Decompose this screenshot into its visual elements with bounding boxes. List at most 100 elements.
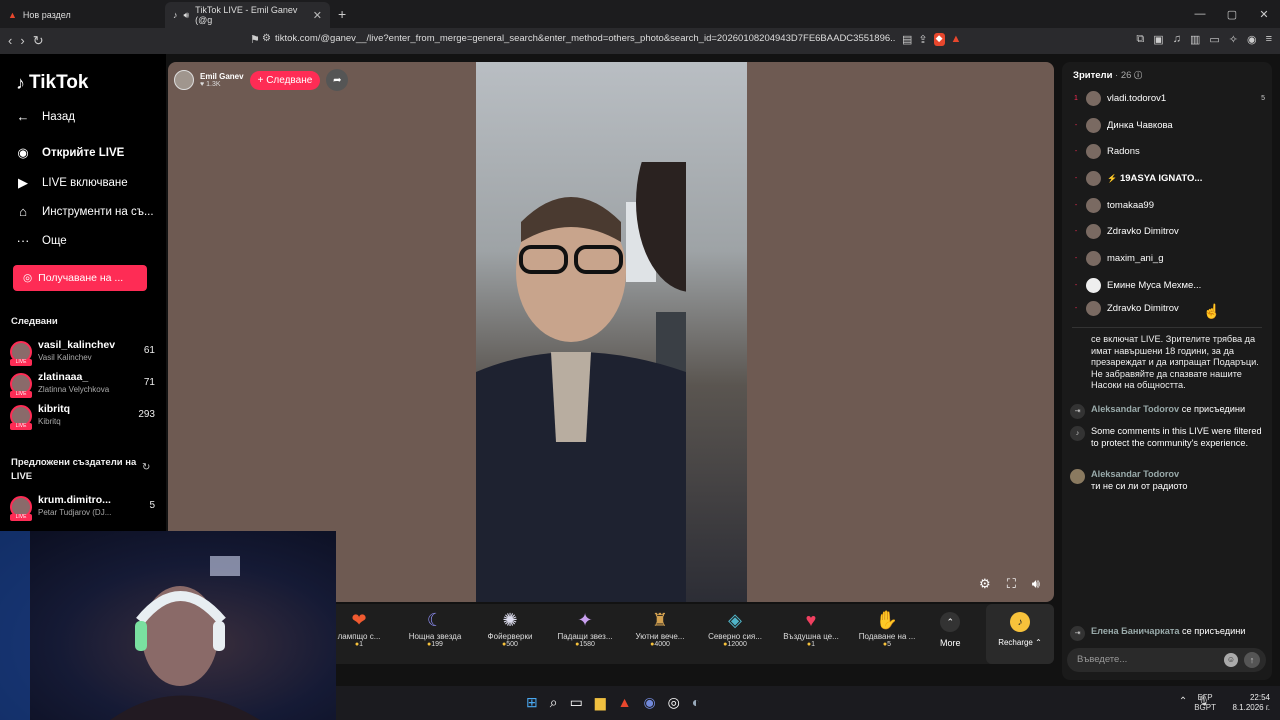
chat-join-message: ⇥ Елена Баничарката се присъедини — [1070, 626, 1266, 641]
viewer-name: Radons — [1107, 145, 1140, 157]
extensions-icon[interactable]: ⧉ — [1136, 33, 1144, 46]
obs-icon[interactable]: ◎ — [668, 694, 680, 711]
maximize-button[interactable]: ▢ — [1216, 0, 1248, 28]
live-video[interactable] — [476, 62, 747, 602]
get-button[interactable]: ◎ Получаване на ... — [13, 265, 147, 291]
suggested-item[interactable]: LIVE krum.dimitro... Petar Tudjarov (DJ.… — [10, 494, 155, 522]
viewer-item[interactable]: 1 vladi.todorov1 5 — [1070, 89, 1265, 107]
music-icon[interactable]: ♫ — [1173, 33, 1181, 46]
back-icon[interactable]: ‹ — [8, 33, 12, 49]
gift-item[interactable]: ♥ Въздушна це... ●1 — [774, 610, 848, 648]
viewer-rank: - — [1074, 281, 1078, 289]
viewer-count: 61 — [143, 345, 155, 356]
chat-user[interactable]: Aleksandar Todorov — [1091, 404, 1179, 414]
gift-price: ●5 — [882, 641, 892, 648]
file-explorer-icon[interactable]: ▆ — [595, 694, 606, 711]
logo-text: TikTok — [29, 72, 89, 93]
wallet-icon[interactable]: ▭ — [1209, 33, 1219, 46]
sidebar-item-discover-live[interactable]: ◉ Открийте LIVE — [14, 145, 124, 161]
following-item[interactable]: LIVE kibritq Kibritq 293 — [10, 403, 155, 431]
task-view-icon[interactable]: ▭ — [570, 694, 583, 711]
language-indicator[interactable]: БГР BGPT — [1194, 693, 1216, 713]
viewer-item[interactable]: - tomakaa99 — [1070, 196, 1265, 214]
back-link[interactable]: ← Назад — [14, 109, 75, 124]
reader-icon[interactable]: ▤ — [902, 33, 912, 46]
gift-price: ●4000 — [650, 641, 670, 648]
refresh-icon[interactable]: ↻ — [142, 462, 150, 473]
url-field[interactable]: tiktok.com/@ganev__/live?enter_from_merg… — [275, 33, 895, 44]
chat-user[interactable]: Aleksandar Todorov — [1091, 469, 1187, 481]
tab-new[interactable]: ▲ Нов раздел — [0, 2, 165, 28]
screenshot-icon[interactable]: ▣ — [1153, 33, 1163, 46]
viewer-item[interactable]: - Radons — [1070, 142, 1265, 160]
tab-title: Нов раздел — [22, 10, 71, 20]
sidebar-item-tools[interactable]: ⌂ Инструменти на съ... — [14, 204, 153, 219]
gift-name: Северно сия... — [708, 632, 762, 641]
share-icon[interactable]: ⇪ — [918, 33, 927, 46]
video-controls: ⚙ ⛶ 🔊︎ — [979, 576, 1040, 592]
following-item[interactable]: LIVE vasil_kalinchev Vasil Kalinchev 61 — [10, 339, 155, 367]
steam-icon[interactable]: ◐ — [692, 694, 700, 711]
recharge-button[interactable]: ♪ Recharge ⌃ — [986, 604, 1054, 664]
brave-rewards-icon[interactable]: ▲ — [951, 33, 962, 46]
tiktok-logo[interactable]: ♪ TikTok — [16, 72, 88, 94]
minimize-button[interactable]: — — [1184, 0, 1216, 28]
vpn-icon[interactable]: ◉ — [1247, 33, 1257, 46]
fullscreen-icon[interactable]: ⛶ — [1007, 576, 1016, 592]
clock[interactable]: 22:54 8.1.2026 г. — [1232, 693, 1270, 713]
gift-item[interactable]: ☾ Нощна звезда ●199 — [398, 610, 472, 648]
host-likes: ♥ 1.3K — [200, 81, 221, 88]
volume-icon[interactable]: 🔊︎ — [1032, 576, 1040, 592]
enter-icon: ⇥ — [1070, 626, 1085, 641]
chat-input[interactable]: Въведете... ☺ ↑ — [1067, 648, 1266, 672]
follow-button[interactable]: + Следване — [249, 70, 321, 90]
gift-item[interactable]: ♜ Уютни вече... ●4000 — [623, 610, 697, 648]
viewer-item[interactable]: - ⚡ 19ASYA IGNATO... — [1070, 169, 1265, 187]
send-icon[interactable]: ↑ — [1244, 652, 1260, 668]
brave-shields-icon[interactable]: ◆ — [933, 33, 945, 46]
new-tab-button[interactable]: + — [338, 6, 346, 22]
reload-icon[interactable]: ↻ — [33, 33, 44, 49]
gift-item[interactable]: ✺ Фойерверки ●500 — [473, 610, 547, 648]
close-tab-icon[interactable]: ✕ — [313, 9, 322, 22]
sidebar-item-go-live[interactable]: ▶ LIVE включване — [14, 175, 128, 191]
chevron-up-icon[interactable]: ⌃ — [1179, 696, 1187, 707]
viewer-item[interactable]: - Динка Чавкова — [1070, 116, 1265, 134]
tab-tiktok-live[interactable]: ♪ 🔊︎ TikTok LIVE - Emil Ganev (@g ✕ — [165, 2, 330, 28]
windows-start-icon[interactable]: ⊞ — [526, 694, 538, 711]
share-icon[interactable]: ➦ — [326, 69, 349, 91]
gift-item[interactable]: ✋ Подаване на ... ●5 — [850, 610, 924, 648]
speaker-icon: 🔊︎ — [183, 9, 190, 20]
windows-taskbar: ⊞ ⌕ ▭ ▆ ▲ ◉ ◎ ◐ ⌃ 🎙︎ БГР BGPT 22:54 8.1.… — [336, 686, 1280, 720]
following-name: zlatinaaa_ — [38, 371, 89, 383]
viewer-item[interactable]: - Емине Муса Мехме... — [1070, 276, 1265, 294]
discord-icon[interactable]: ◉ — [643, 694, 655, 711]
sidebar-item-more[interactable]: ··· Още — [14, 233, 67, 248]
info-icon[interactable]: ⓘ — [1134, 71, 1142, 80]
sidebar-icon[interactable]: ▥ — [1190, 33, 1200, 46]
chat-user[interactable]: Елена Баничарката — [1091, 626, 1179, 636]
gift-item[interactable]: ◈ Северно сия... ●12000 — [698, 610, 772, 648]
viewer-item[interactable]: - Zdravko Dimitrov — [1070, 299, 1265, 317]
avatar — [1086, 90, 1101, 106]
bookmark-icon[interactable]: ⚑ — [250, 33, 260, 46]
community-rules-message: се включат LIVE. Зрителите трябва да има… — [1091, 334, 1259, 390]
host-avatar[interactable] — [174, 70, 194, 90]
gift-item[interactable]: ✦ Падащи звез... ●1580 — [548, 610, 622, 648]
ai-icon[interactable]: ✧ — [1229, 33, 1238, 46]
close-window-button[interactable]: ✕ — [1248, 0, 1280, 28]
forward-icon[interactable]: › — [20, 33, 24, 49]
settings-icon[interactable]: ⚙ — [979, 576, 991, 592]
brave-browser-icon[interactable]: ▲ — [618, 694, 632, 711]
viewer-item[interactable]: - Zdravko Dimitrov — [1070, 222, 1265, 240]
host-name[interactable]: Emil Ganev — [200, 72, 244, 81]
viewer-item[interactable]: - maxim_ani_g — [1070, 249, 1265, 267]
viewers-title: Зрители · 26 ⓘ — [1073, 70, 1142, 81]
more-gifts-button[interactable]: ⌃ More — [940, 612, 961, 648]
site-settings-icon[interactable]: ⚙ — [262, 33, 271, 44]
search-icon[interactable]: ⌕ — [550, 694, 558, 711]
live-video-area[interactable]: Emil Ganev ♥ 1.3K + Следване ➦ ⚙ ⛶ 🔊︎ — [168, 62, 1054, 602]
menu-icon[interactable]: ≡ — [1266, 33, 1272, 46]
following-item[interactable]: LIVE zlatinaaa_ Zlatinna Velychkova 71 — [10, 371, 155, 399]
emoji-icon[interactable]: ☺ — [1224, 653, 1238, 667]
